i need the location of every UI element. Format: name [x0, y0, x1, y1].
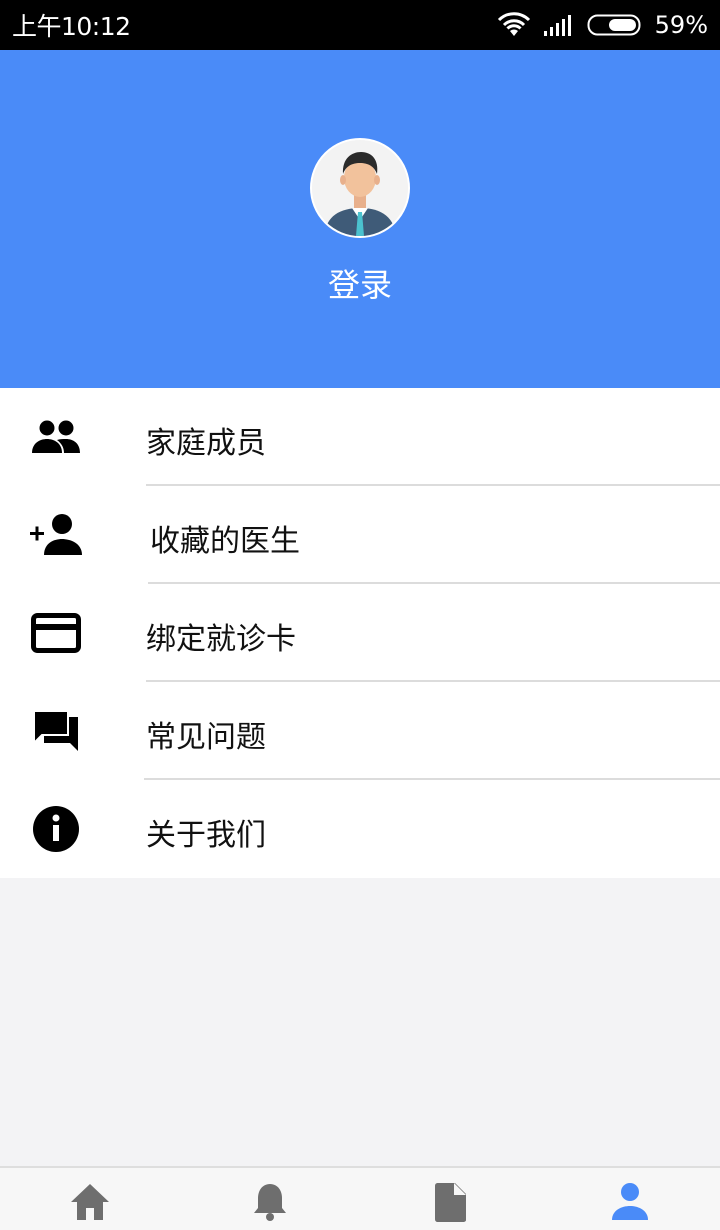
wifi-icon	[497, 12, 531, 38]
bottom-nav	[0, 1166, 720, 1230]
tab-home[interactable]	[45, 1182, 135, 1230]
credit-card-icon	[28, 608, 84, 658]
tab-profile[interactable]	[585, 1182, 675, 1230]
status-bar: 上午10:12 59%	[0, 0, 720, 50]
menu-item-favorite-doctors[interactable]: 收藏的医生	[0, 486, 720, 584]
menu-item-faq[interactable]: 常见问题	[0, 682, 720, 780]
menu-item-label: 家庭成员	[146, 426, 266, 461]
info-icon	[28, 804, 84, 854]
tab-records[interactable]	[405, 1182, 495, 1230]
user-avatar-icon	[312, 140, 408, 236]
menu-item-bind-card[interactable]: 绑定就诊卡	[0, 584, 720, 682]
add-person-icon	[28, 510, 84, 560]
battery-percent: 59%	[654, 11, 708, 39]
chat-icon	[28, 706, 84, 756]
home-icon	[70, 1182, 110, 1224]
menu-item-label: 常见问题	[146, 720, 266, 755]
menu-item-label: 关于我们	[146, 818, 266, 853]
tab-notifications[interactable]	[225, 1182, 315, 1230]
document-icon	[433, 1182, 467, 1226]
menu-item-about-us[interactable]: 关于我们	[0, 780, 720, 878]
menu-list: 家庭成员 收藏的医生 绑定就诊卡 常见问题 关于我们	[0, 388, 720, 878]
profile-header: 登录	[0, 50, 720, 388]
avatar[interactable]	[310, 138, 410, 238]
login-link[interactable]: 登录	[0, 260, 720, 306]
menu-item-family-members[interactable]: 家庭成员	[0, 388, 720, 486]
menu-item-label: 绑定就诊卡	[146, 622, 296, 657]
group-icon	[28, 412, 84, 462]
person-icon	[610, 1182, 650, 1226]
status-icons: 59%	[497, 11, 708, 39]
signal-icon	[543, 13, 575, 37]
battery-icon	[587, 13, 643, 37]
bell-icon	[252, 1182, 288, 1226]
menu-item-label: 收藏的医生	[150, 524, 300, 559]
status-time: 上午10:12	[12, 12, 131, 41]
